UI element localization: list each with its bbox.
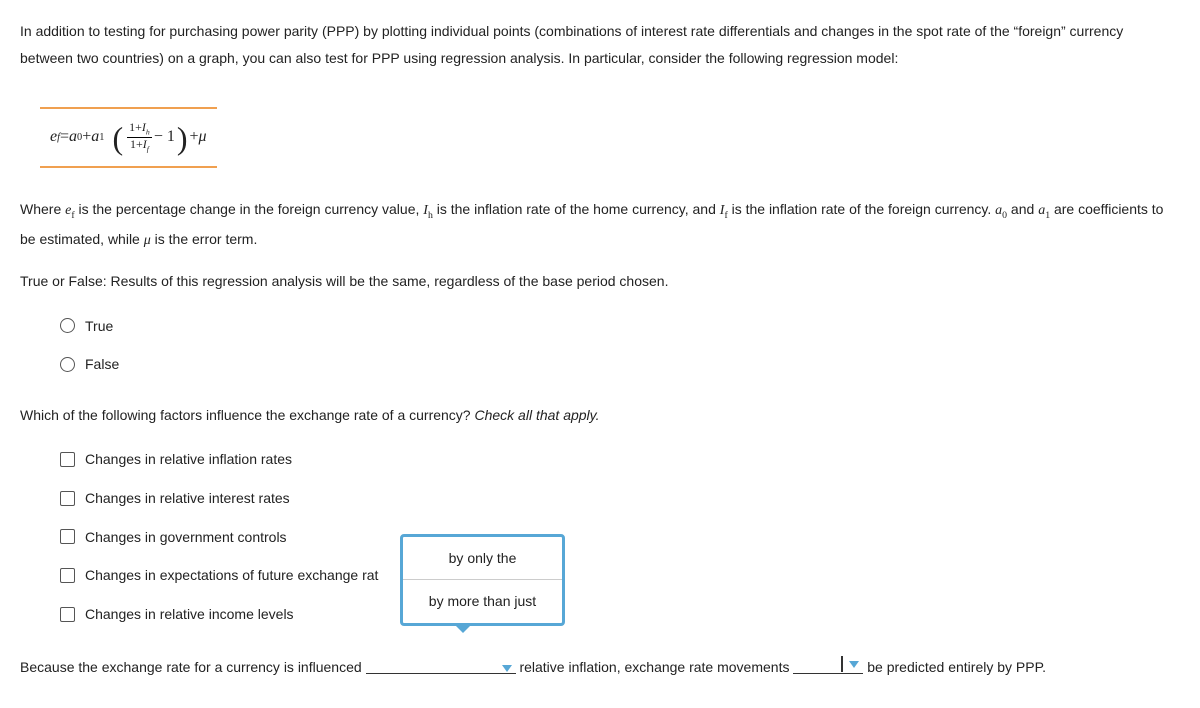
text-cursor-icon xyxy=(841,656,843,672)
option-label: Changes in government controls xyxy=(85,524,287,551)
dropdown-option-only[interactable]: by only the xyxy=(403,537,562,580)
chevron-down-icon xyxy=(849,661,859,668)
q1-option-false[interactable]: False xyxy=(60,345,1180,384)
checkbox-icon[interactable] xyxy=(60,452,75,467)
radio-icon[interactable] xyxy=(60,357,75,372)
option-label: Changes in relative inflation rates xyxy=(85,446,292,473)
chevron-down-icon xyxy=(502,665,512,672)
q2-option-expectations[interactable]: Changes in expectations of future exchan… xyxy=(60,556,1180,595)
question-true-false: True or False: Results of this regressio… xyxy=(20,268,1180,384)
option-label: True xyxy=(85,313,113,340)
q2-option-income[interactable]: Changes in relative income levels xyxy=(60,595,1180,634)
q2-option-interest[interactable]: Changes in relative interest rates xyxy=(60,479,1180,518)
dropdown-slot-1[interactable] xyxy=(366,665,516,674)
q2-prompt: Which of the following factors influence… xyxy=(20,402,1180,429)
dropdown-popup[interactable]: by only the by more than just xyxy=(400,534,565,626)
where-paragraph: Where ef is the percentage change in the… xyxy=(20,196,1180,254)
intro-paragraph: In addition to testing for purchasing po… xyxy=(20,18,1180,71)
fill-sentence: Because the exchange rate for a currency… xyxy=(20,651,1180,685)
checkbox-icon[interactable] xyxy=(60,568,75,583)
option-label: False xyxy=(85,351,119,378)
option-label: Changes in expectations of future exchan… xyxy=(85,562,378,589)
radio-icon[interactable] xyxy=(60,318,75,333)
regression-formula: ef = a0 + a1 ( 1+Ih 1+If − 1 ) + μ xyxy=(40,107,217,168)
option-label: Changes in relative interest rates xyxy=(85,485,290,512)
checkbox-icon[interactable] xyxy=(60,491,75,506)
q1-prompt: True or False: Results of this regressio… xyxy=(20,268,1180,295)
q2-option-inflation[interactable]: Changes in relative inflation rates xyxy=(60,440,1180,479)
option-label: Changes in relative income levels xyxy=(85,601,294,628)
checkbox-icon[interactable] xyxy=(60,529,75,544)
intro-text: In addition to testing for purchasing po… xyxy=(20,23,1123,66)
dropdown-slot-2[interactable] xyxy=(793,656,863,674)
q2-option-government[interactable]: Changes in government controls xyxy=(60,518,1180,557)
checkbox-icon[interactable] xyxy=(60,607,75,622)
q1-option-true[interactable]: True xyxy=(60,307,1180,346)
dropdown-option-more[interactable]: by more than just xyxy=(403,579,562,623)
question-check-all: Which of the following factors influence… xyxy=(20,402,1180,634)
